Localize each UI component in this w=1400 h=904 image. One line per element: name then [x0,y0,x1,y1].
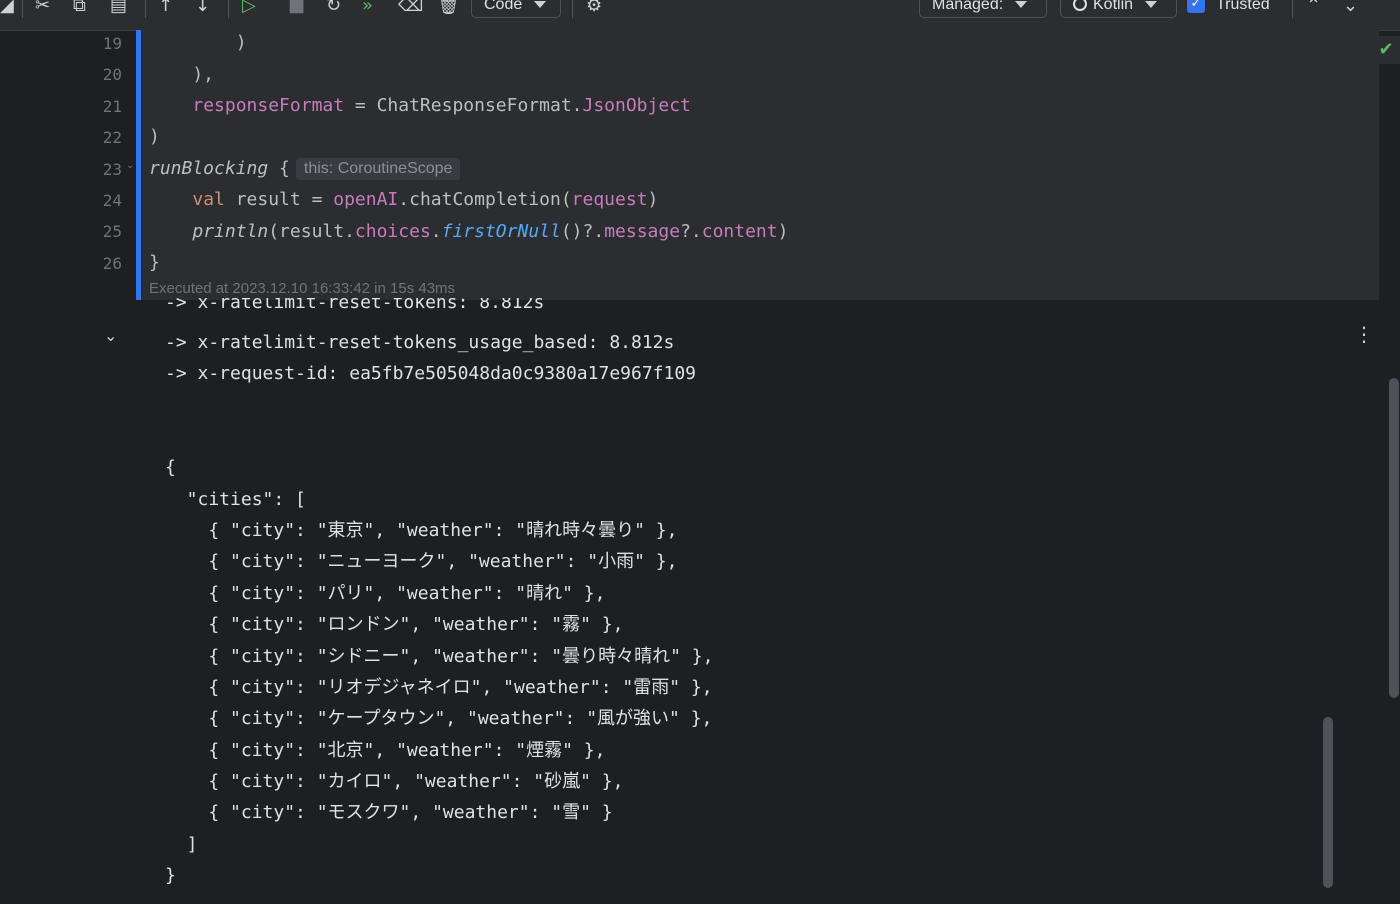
output-line: { "city": "ケープタウン", "weather": "風が強い" }, [165,708,713,730]
line-number: 19 [102,34,122,53]
kernel-language-select[interactable]: Kotlin [1060,0,1177,18]
delete-icon[interactable]: 🗑 [437,0,460,18]
managed-select[interactable]: Managed: [919,0,1047,18]
chevron-down-icon [1015,1,1028,9]
chevron-down-icon[interactable]: ⌄ [1343,0,1358,18]
output-line: { "city": "ニューヨーク", "weather": "小雨" }, [165,551,678,573]
copy-icon[interactable]: ⧉ [73,0,86,18]
output-line: ] [165,833,198,855]
code-line[interactable]: val result = openAI.chatCompletion(reque… [149,184,658,215]
output-line: { "city": "モスクワ", "weather": "雪" } [165,802,613,824]
output-line: { "city": "パリ", "weather": "晴れ" }, [165,582,606,604]
move-down-icon[interactable]: ↓ [195,0,210,18]
line-number: 26 [102,254,122,273]
output-line: -> x-request-id: ea5fb7e505048da0c9380a1… [165,363,697,385]
code-line[interactable]: ) [149,121,160,152]
managed-value: Managed: [932,0,1004,13]
output-collapse-icon[interactable]: ⌄ [104,326,117,345]
output-line: -> x-ratelimit-reset-tokens_usage_based:… [165,332,675,353]
output-scrollbar[interactable] [1323,717,1333,888]
settings-icon[interactable]: ⚙ [586,0,602,18]
chevron-up-icon[interactable]: ⌃ [1306,0,1321,18]
line-number: 20 [102,65,122,84]
output-line: { "city": "カイロ", "weather": "砂嵐" }, [165,770,624,792]
line-number: 23 [102,160,122,179]
fold-chevron-icon[interactable]: ⌄ [126,160,134,171]
trusted-label: Trusted [1216,0,1270,13]
output-line: { "city": "シドニー", "weather": "曇り時々晴れ" }, [165,645,714,667]
toolbar-separator [228,0,229,18]
scissors-icon[interactable]: ✂ [35,0,50,18]
toolbar-separator [572,0,573,18]
line-number: 25 [102,222,122,241]
code-line[interactable]: responseFormat = ChatResponseFormat.Json… [149,90,691,121]
output-line: { "city": "北京", "weather": "煙霧" }, [165,739,606,761]
run-cell-icon[interactable]: ▷ [242,0,256,18]
kernel-language-value: Kotlin [1093,0,1134,13]
check-icon: ✔ [1372,36,1400,64]
line-number: 22 [102,128,122,147]
toolbar-separator [1292,0,1293,18]
output-line: { [165,457,176,479]
trusted-checkbox[interactable]: ✓ [1187,0,1205,13]
editor-scrollbar[interactable] [1389,378,1399,698]
chevron-down-icon [534,1,547,9]
execution-status: Executed at 2023.12.10 16:33:42 in 15s 4… [149,280,456,297]
paste-icon[interactable]: ▤ [110,0,127,18]
code-line[interactable]: println(result.choices.firstOrNull()?.me… [149,216,788,247]
toolbar-separator [145,0,146,18]
line-number: 21 [102,97,122,116]
output-line-partial: -> x-ratelimit-reset-tokens: 8.812s [165,298,545,313]
line-number: 24 [102,191,122,210]
toolbar-overflow-icon[interactable]: ◢ [0,0,14,18]
toolbar-separator [22,0,23,18]
stop-icon[interactable]: ■ [288,0,305,18]
cell-type-value: Code [484,0,523,13]
output-line: "cities": [ [165,488,306,510]
inlay-hint: this: CoroutineScope [295,158,461,180]
cell-type-select[interactable]: Code [471,0,561,18]
chevron-down-icon [1145,1,1158,9]
more-options-icon[interactable]: ⋮ [1354,320,1374,348]
run-all-icon[interactable]: » [362,0,373,18]
code-line[interactable]: ), [149,59,214,90]
code-line[interactable]: runBlocking {this: CoroutineScope [149,153,461,184]
code-line[interactable]: } [149,247,160,278]
output-line: } [165,864,176,886]
clear-icon[interactable]: ⌫ [398,0,423,18]
output-line: { "city": "リオデジャネイロ", "weather": "雷雨" }, [165,676,713,698]
code-line[interactable]: ) [149,27,247,58]
cell-selection-bar [136,30,141,300]
kernel-status-icon [1073,0,1087,11]
restart-icon[interactable]: ↻ [326,0,341,18]
output-line: { "city": "東京", "weather": "晴れ時々曇り" }, [165,520,678,542]
output-line: { "city": "ロンドン", "weather": "霧" }, [165,614,624,636]
move-up-icon[interactable]: ↑ [158,0,173,18]
